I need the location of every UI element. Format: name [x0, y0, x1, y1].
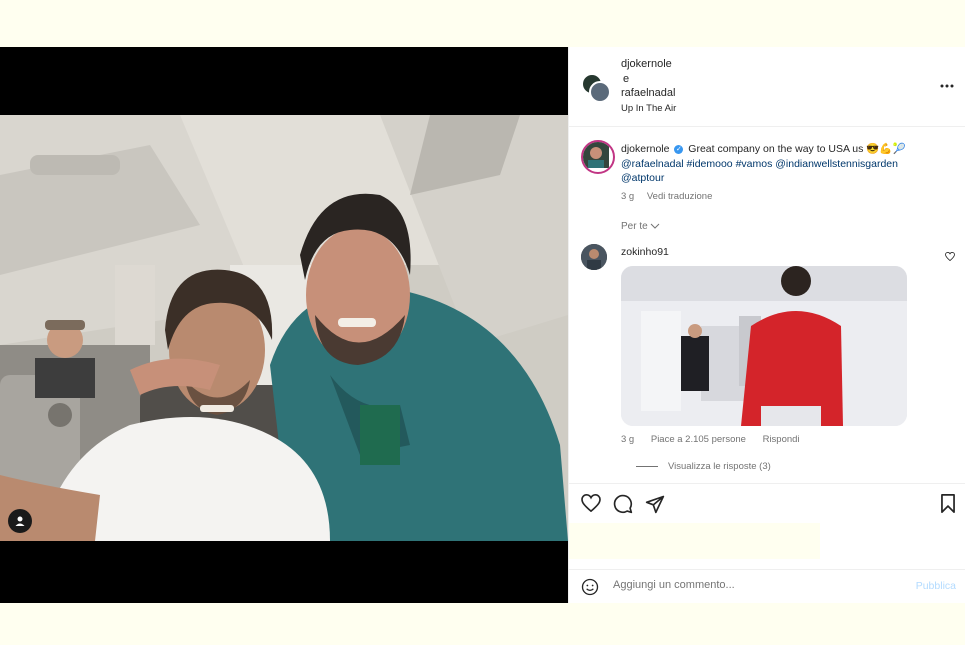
likes-summary [569, 523, 820, 559]
comment-like-icon[interactable] [945, 248, 955, 266]
see-translation-link[interactable]: Vedi traduzione [647, 191, 713, 202]
caption-username[interactable]: djokernole [621, 143, 669, 155]
person-icon [15, 516, 25, 526]
post-photo [0, 115, 568, 541]
comment-username[interactable]: zokinho91 [621, 246, 669, 258]
more-options-icon[interactable] [940, 75, 954, 93]
comment-time: 3 g [621, 434, 635, 445]
chevron-down-icon [651, 223, 660, 229]
comment-input[interactable] [613, 579, 893, 591]
reply-button[interactable]: Rispondi [763, 434, 800, 445]
caption-time: 3 g [621, 190, 635, 202]
comment-likes[interactable]: Piace a 2.105 persone [651, 434, 746, 445]
share-icon[interactable] [645, 494, 665, 519]
location-link[interactable]: Up In The Air [621, 102, 676, 117]
post-header: djokernole e rafaelnadal Up In The Air [569, 47, 965, 127]
comment-meta: 3 g Piace a 2.105 persone Rispondi [621, 434, 814, 445]
author-username[interactable]: djokernole [621, 57, 676, 72]
post-side-panel: djokernole e rafaelnadal Up In The Air d… [568, 47, 965, 603]
post-modal: djokernole e rafaelnadal Up In The Air d… [0, 47, 965, 603]
collaborator-username[interactable]: rafaelnadal [621, 86, 676, 101]
for-you-filter[interactable]: Per te [621, 221, 660, 232]
for-you-label: Per te [621, 221, 648, 232]
collab-conjunction: e [623, 72, 630, 85]
caption-mentions[interactable]: @rafaelnadal #idemooo #vamos @indianwell… [621, 157, 941, 186]
like-icon[interactable] [581, 493, 601, 517]
caption-body: djokernole ✓ Great company on the way to… [621, 142, 941, 204]
view-replies-label: Visualizza le risposte (3) [668, 461, 771, 472]
post-actions [569, 483, 965, 524]
verified-badge-icon: ✓ [674, 144, 684, 154]
post-comment-button[interactable]: Pubblica [916, 580, 956, 592]
tagged-users-button[interactable] [8, 509, 32, 533]
post-header-text: djokernole e rafaelnadal Up In The Air [621, 57, 676, 116]
post-media[interactable] [0, 47, 568, 603]
caption-text: Great company on the way to USA us 😎💪🎾 [688, 143, 906, 155]
comment-gif[interactable] [621, 266, 907, 426]
save-icon[interactable] [940, 494, 956, 518]
comment-avatar[interactable] [581, 244, 607, 270]
comment-icon[interactable] [613, 494, 633, 519]
emoji-icon[interactable] [581, 578, 599, 601]
collab-avatars[interactable] [581, 73, 611, 103]
replies-line [636, 466, 658, 467]
caption-meta: 3 g Vedi traduzione [621, 190, 941, 205]
view-replies-button[interactable]: Visualizza le risposte (3) [636, 461, 771, 472]
caption-avatar[interactable] [581, 140, 615, 174]
avatar-rafaelnadal[interactable] [589, 81, 611, 103]
add-comment-bar: Pubblica [569, 569, 965, 604]
